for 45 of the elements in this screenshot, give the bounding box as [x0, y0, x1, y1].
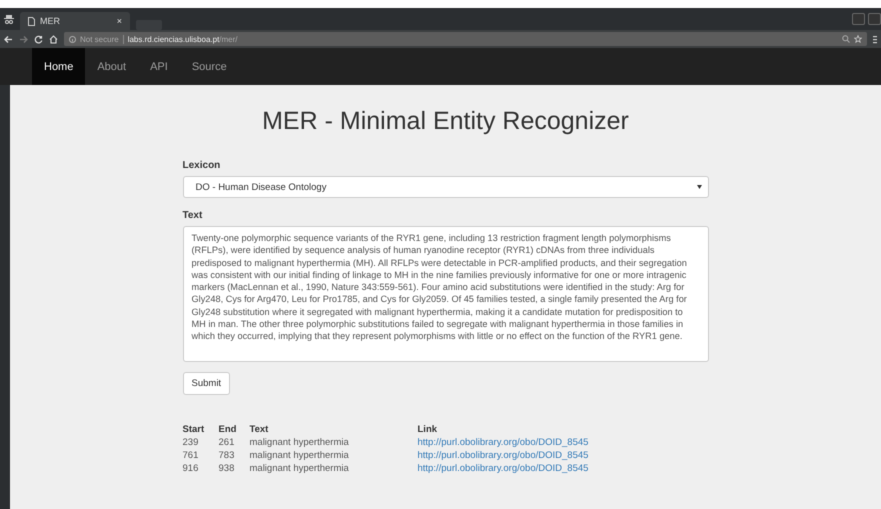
table-cell-text: malignant hyperthermia [250, 449, 350, 462]
table-cell-text: 938 [218, 462, 236, 475]
back-icon[interactable] [4, 34, 13, 44]
table-cell-text: 261 [218, 436, 236, 449]
column-header: End [218, 423, 250, 436]
info-icon [69, 36, 76, 42]
address-bar[interactable]: Not secure labs.rd.ciencias.ulisboa.pt/mer/ [64, 32, 867, 46]
nav-link[interactable]: API [138, 48, 180, 85]
result-link[interactable]: http://purl.obolibrary.org/obo/DOID_8545 [418, 463, 588, 474]
column-header: Start [182, 423, 206, 436]
minimize-button[interactable] [852, 13, 865, 25]
tab-close-button[interactable]: × [116, 16, 122, 26]
browser-tab[interactable]: MER × [20, 12, 130, 30]
menu-icon[interactable] [873, 34, 877, 44]
result-link[interactable]: http://purl.obolibrary.org/obo/DOID_8545 [418, 437, 588, 448]
tab-title: MER [40, 16, 60, 26]
nav-link[interactable]: Home [32, 48, 86, 85]
table-cell: 239 [182, 436, 218, 449]
url-text: labs.rd.ciencias.ulisboa.pt/mer/ [128, 34, 238, 44]
nav-link[interactable]: Source [180, 48, 239, 85]
lexicon-select[interactable]: DO - Human Disease Ontology [182, 176, 708, 198]
nav-link[interactable]: About [85, 48, 138, 85]
table-cell: 916 [182, 462, 218, 475]
result-link[interactable]: http://purl.obolibrary.org/obo/DOID_8545 [418, 450, 588, 461]
security-label: Not secure [80, 34, 119, 44]
text-label: Text [182, 210, 204, 221]
forward-icon[interactable] [19, 34, 28, 44]
reload-icon[interactable] [34, 34, 43, 44]
maximize-button[interactable] [868, 13, 881, 25]
column-header: Text [250, 423, 270, 436]
page-icon [28, 16, 35, 26]
table-cell-text: malignant hyperthermia [250, 462, 350, 475]
lexicon-label: Lexicon [182, 160, 222, 171]
table-cell-text: malignant hyperthermia [250, 436, 350, 449]
caret-icon [696, 185, 702, 189]
star-icon[interactable] [854, 35, 862, 43]
column-header: Link [418, 423, 438, 436]
incognito-icon [4, 14, 14, 24]
table-cell: 761 [182, 449, 218, 462]
submit-button[interactable]: Submit [182, 372, 230, 395]
text-input-field[interactable]: Twenty-one polymorphic sequence variants of the RYR1 gene, including 13 restriction fragment length polymorphisms (RFLPs), were identified by sequence analysis of human ryanodine receptor (RYR1) cDNAs from three individuals predisposed to malignant hyperthermia (MH). All RFLPs were detectable in PCR-amplified products, and their segregation was consistent with our initial finding of linkage to MH in the nine families previously informative for one or more intragenic markers (MacLennan et al., 1990, Nature 343:559-561). Four amino acid substitutions were identified in the study: Arg for Gly248, Cys for Arg470, Leu for Pro1785, and Cys for Gly2059. Of 45 families tested, a single family presented the Arg for Gly248 substitution where it segregated with malignant hyperthermia, making it a candidate mutation for predisposition to MH in man. The other three polymorphic substitutions failed to segregate with malignant hyperthermia in those families in which they occurred, implying that they represent polymorphisms with little or no effect on the function of the RYR1 gene. [182, 226, 708, 362]
zoom-icon[interactable] [842, 35, 850, 43]
page-title: MER - Minimal Entity Recognizer [261, 107, 630, 136]
table-cell-text: 783 [218, 449, 236, 462]
home-icon[interactable] [49, 34, 58, 44]
